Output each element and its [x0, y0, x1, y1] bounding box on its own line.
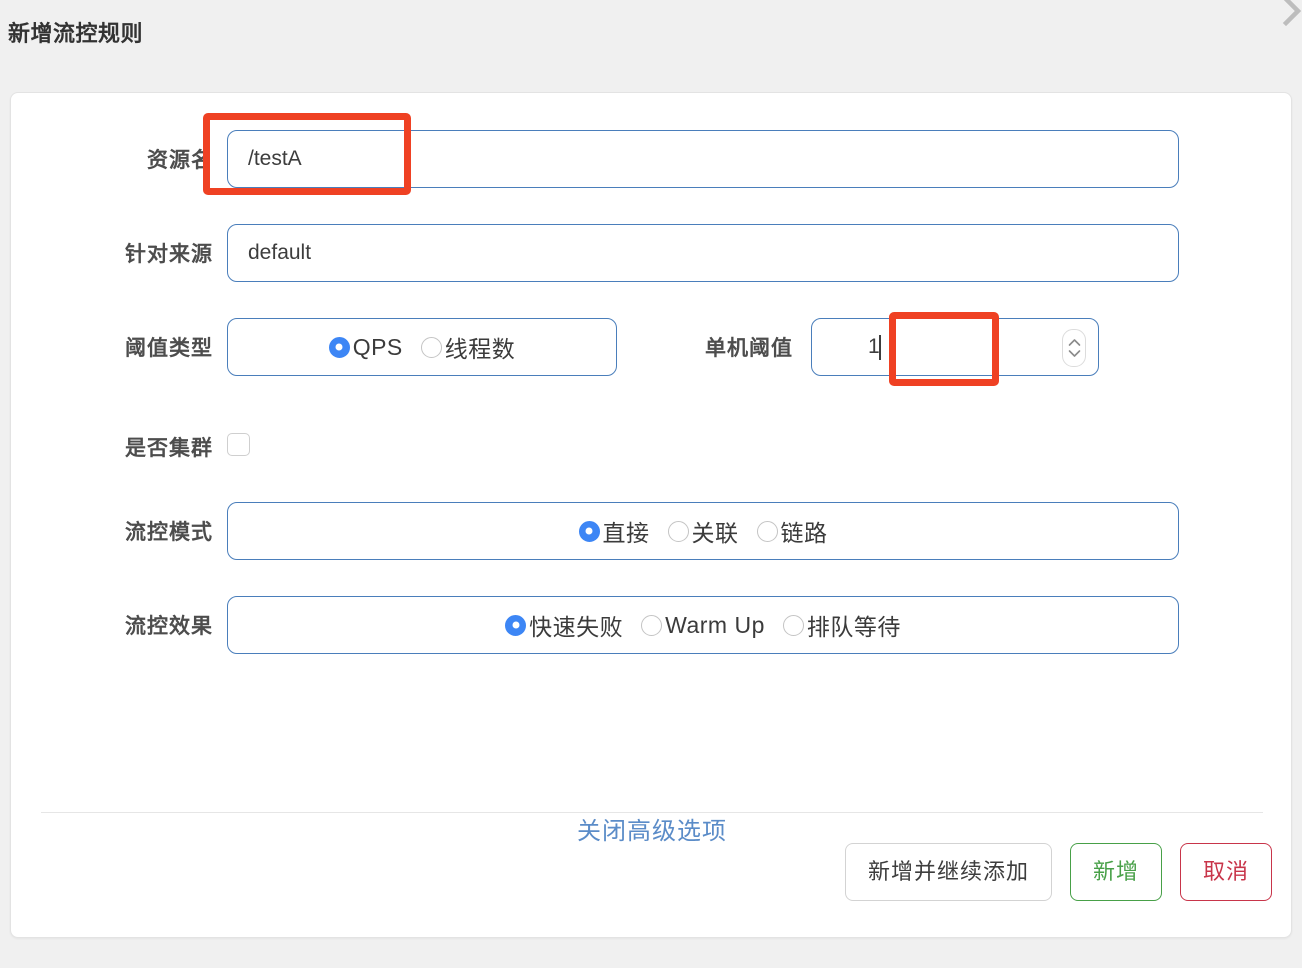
cluster-checkbox[interactable] — [227, 433, 250, 456]
cancel-button[interactable]: 取消 — [1179, 843, 1272, 901]
label-grade: 阈值类型 — [125, 337, 213, 360]
chevron-right-icon[interactable] — [1274, 0, 1302, 28]
radio-behavior-warm-up-label: Warm Up — [665, 611, 765, 638]
radio-behavior-queue-label: 排队等待 — [806, 614, 901, 640]
dialog-header: 新增流控规则 — [0, 0, 1302, 92]
label-control-behavior: 流控效果 — [125, 615, 213, 638]
label-cluster: 是否集群 — [125, 437, 213, 460]
radio-behavior-fast-fail-label: 快速失败 — [529, 614, 624, 640]
label-resource-name: 资源名 — [147, 149, 213, 172]
add-and-continue-button[interactable]: 新增并继续添加 — [844, 843, 1052, 901]
form-row-resource-name: 资源名 — [11, 129, 1291, 189]
form-row-control-behavior: 流控效果 快速失败 Warm Up 排队等待 — [11, 595, 1291, 655]
radio-behavior-fast-fail[interactable]: 快速失败 — [505, 608, 623, 642]
form-row-strategy: 流控模式 直接 关联 链路 — [11, 501, 1291, 561]
radio-strategy-direct[interactable]: 直接 — [578, 514, 650, 548]
radio-strategy-relate-label: 关联 — [691, 520, 739, 546]
strategy-radio-group: 直接 关联 链路 — [227, 502, 1179, 560]
resource-name-input[interactable] — [227, 130, 1179, 188]
radio-selected-icon — [328, 336, 350, 358]
radio-unselected-icon — [667, 520, 689, 542]
radio-strategy-relate[interactable]: 关联 — [667, 514, 739, 548]
radio-strategy-chain-label: 链路 — [780, 520, 828, 546]
radio-selected-icon — [505, 614, 527, 636]
radio-grade-qps[interactable]: QPS — [328, 333, 403, 361]
radio-unselected-icon — [782, 614, 804, 636]
form-row-grade-and-threshold: 阈值类型 QPS 线程数 单机阈值 — [11, 317, 1291, 377]
radio-behavior-warm-up[interactable]: Warm Up — [641, 612, 765, 639]
page-title: 新增流控规则 — [8, 21, 144, 46]
radio-grade-thread-label: 线程数 — [444, 336, 516, 362]
single-threshold-field — [811, 318, 1099, 376]
chevron-up-icon[interactable] — [1068, 338, 1081, 347]
advanced-options-toggle[interactable]: 关闭高级选项 — [11, 811, 1293, 846]
limit-app-input[interactable] — [227, 224, 1179, 282]
text-caret — [879, 335, 881, 360]
chevron-down-icon[interactable] — [1068, 349, 1081, 358]
number-stepper[interactable] — [1062, 329, 1086, 367]
label-single-threshold: 单机阈值 — [705, 337, 793, 360]
radio-unselected-icon — [756, 520, 778, 542]
radio-grade-thread[interactable]: 线程数 — [420, 330, 516, 364]
control-behavior-radio-group: 快速失败 Warm Up 排队等待 — [227, 596, 1179, 654]
add-button[interactable]: 新增 — [1069, 843, 1162, 901]
grade-radio-group: QPS 线程数 — [227, 318, 617, 376]
radio-strategy-direct-label: 直接 — [602, 520, 650, 546]
radio-selected-icon — [578, 520, 600, 542]
radio-strategy-chain[interactable]: 链路 — [756, 514, 828, 548]
label-strategy: 流控模式 — [125, 521, 213, 544]
form-row-cluster: 是否集群 — [11, 417, 1291, 477]
radio-behavior-queue[interactable]: 排队等待 — [782, 608, 901, 642]
single-threshold-input[interactable] — [811, 318, 1099, 376]
footer-actions: 新增并继续添加 新增 取消 — [844, 843, 1272, 901]
rule-form-card: 资源名 针对来源 阈值类型 QPS 线程数 单机阈值 — [10, 92, 1292, 938]
radio-unselected-icon — [420, 336, 442, 358]
footer-divider — [41, 812, 1263, 813]
form-row-limit-app: 针对来源 — [11, 223, 1291, 283]
radio-unselected-icon — [641, 614, 663, 636]
label-limit-app: 针对来源 — [125, 243, 213, 266]
radio-grade-qps-label: QPS — [352, 333, 403, 360]
